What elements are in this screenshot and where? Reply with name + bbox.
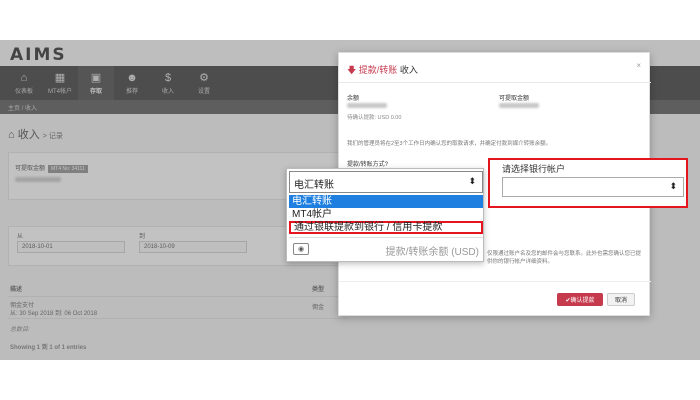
close-icon[interactable]: × bbox=[636, 61, 641, 70]
pending-withdrawal: 待确认提款: USD 0.00 bbox=[347, 115, 402, 121]
cancel-button[interactable]: 取消 bbox=[607, 293, 635, 306]
notice-text: 我们的管理员将在2至3个工作日内确认您的取款请求，并确定付款到媒介转账余额。 bbox=[347, 141, 552, 147]
footer-note: 仅限通过账户名及您的邮件会与您联系。此外也需您确认您已提供你的银行帐户详细资料。 bbox=[487, 251, 642, 265]
balance-input[interactable]: ◉ 提款/转账余额 (USD) bbox=[289, 237, 483, 259]
option-wire-transfer[interactable]: 电汇转账 bbox=[289, 195, 483, 208]
balance-label: 余额 bbox=[347, 96, 360, 102]
option-unionpay-card[interactable]: 通过银联提款到银行 / 信用卡提款 bbox=[289, 221, 483, 234]
option-mt4-account[interactable]: MT4帐户 bbox=[289, 208, 483, 221]
updown-arrow-icon: ⬍ bbox=[669, 181, 677, 191]
method-dropdown: 电汇转账 ⬍ 电汇转账 MT4帐户 通过银联提款到银行 / 信用卡提款 ◉ 提款… bbox=[286, 168, 484, 262]
footer-divider bbox=[339, 281, 651, 282]
bank-account-highlight: 请选择银行帐户 ⬍ bbox=[488, 158, 688, 208]
bank-account-select[interactable]: ⬍ bbox=[502, 177, 684, 197]
method-label: 提款/转账方式? bbox=[347, 162, 389, 168]
available-label: 可提取金额 bbox=[499, 96, 530, 102]
arrow-down-icon: 🡇 bbox=[347, 65, 357, 75]
updown-arrow-icon: ⬍ bbox=[468, 176, 476, 186]
modal-header: 🡇 提款/转账 收入 × bbox=[339, 53, 651, 83]
cash-icon: ◉ bbox=[293, 243, 309, 255]
method-select-current[interactable]: 电汇转账 ⬍ bbox=[289, 171, 483, 193]
modal-title: 🡇 提款/转账 收入 bbox=[347, 65, 418, 75]
redacted-balance bbox=[347, 103, 387, 108]
confirm-withdraw-button[interactable]: ✔确认提款 bbox=[557, 293, 603, 306]
redacted-available bbox=[499, 103, 539, 108]
balance-placeholder: 提款/转账余额 (USD) bbox=[385, 247, 479, 258]
bank-account-label: 请选择银行帐户 bbox=[502, 164, 566, 174]
